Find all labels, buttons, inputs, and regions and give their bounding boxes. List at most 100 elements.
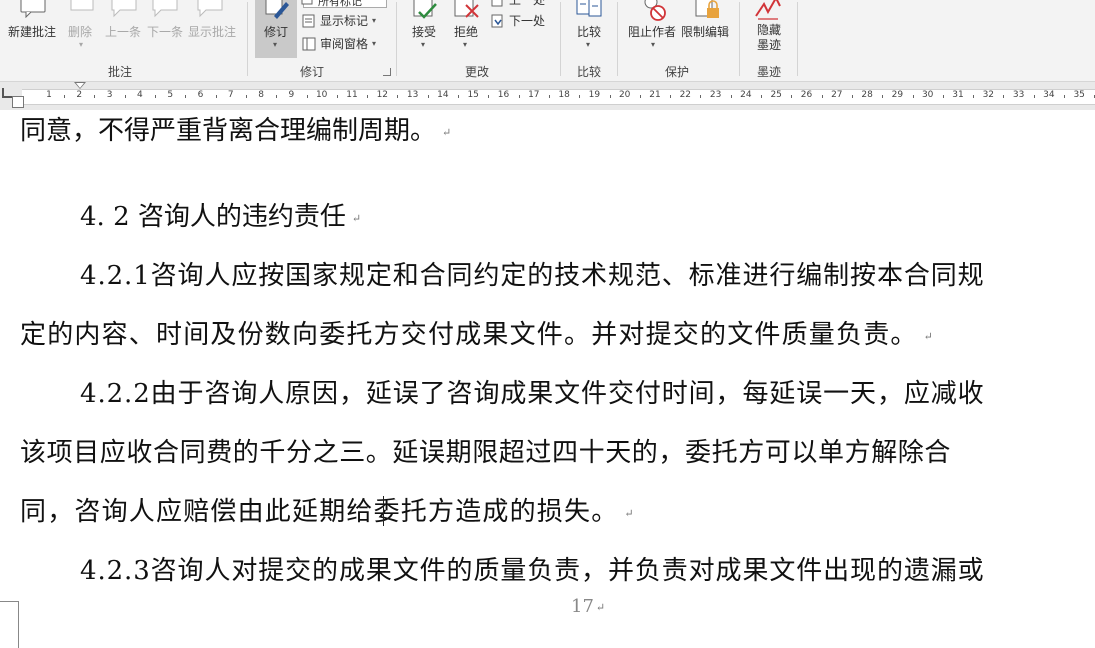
- left-indent-marker[interactable]: [12, 96, 24, 108]
- next-comment-button[interactable]: 下一条: [147, 23, 183, 40]
- show-markup-button[interactable]: 显示标记 ▾: [302, 12, 376, 29]
- ruler-number: 31: [952, 90, 964, 100]
- ruler-number: 12: [376, 90, 389, 100]
- previous-change-button[interactable]: 上一处: [491, 0, 545, 8]
- ruler-number: 20: [618, 90, 631, 100]
- accept-caret[interactable]: ▾: [421, 40, 425, 49]
- restrict-editing-button[interactable]: 限制编辑: [681, 23, 729, 40]
- show-comments-icon: [197, 0, 223, 18]
- ruler-number: 30: [921, 90, 934, 100]
- compare-caret[interactable]: ▾: [586, 40, 590, 49]
- ruler-tick: [730, 95, 732, 98]
- next-comment-icon: [152, 0, 178, 18]
- compare-icon: [576, 0, 602, 17]
- ruler-tick: [548, 95, 550, 98]
- ruler-tick: [882, 95, 884, 98]
- ruler-number: 6: [197, 90, 204, 100]
- first-line-indent-marker-inner: [76, 83, 84, 88]
- separator: [739, 2, 740, 76]
- block-authors-button[interactable]: 阻止作者: [628, 23, 676, 40]
- ruler-number: 29: [891, 90, 904, 100]
- track-group-launcher-icon[interactable]: [383, 68, 391, 76]
- ruler-tick: [64, 95, 66, 98]
- restrict-editing-icon: [695, 0, 719, 18]
- previous-comment-button[interactable]: 上一条: [105, 23, 141, 40]
- ruler-number: 13: [406, 90, 419, 100]
- block-authors-icon: [644, 0, 666, 21]
- ruler-tick: [700, 95, 702, 98]
- ruler-tick: [427, 95, 429, 98]
- accept-button[interactable]: 接受: [412, 23, 436, 40]
- text-line-content: 同意，不得严重背离合理编制周期。: [20, 116, 437, 146]
- previous-change-icon: [491, 0, 503, 6]
- tab-selector-icon[interactable]: [2, 88, 12, 98]
- ruler-tick: [912, 95, 914, 98]
- text-line: 同意，不得严重背离合理编制周期。 ↵: [20, 110, 451, 147]
- ruler-tick: [245, 95, 247, 98]
- ruler-tick: [155, 95, 157, 98]
- ruler-number: 14: [437, 90, 449, 100]
- ruler-number: 11: [346, 90, 358, 100]
- delete-dropdown-caret[interactable]: ▾: [79, 40, 83, 49]
- ruler-tick: [488, 95, 490, 98]
- ruler-number: 21: [649, 90, 661, 100]
- ruler-number: 33: [1012, 90, 1025, 100]
- horizontal-ruler[interactable]: 1 2 3 4 5 6 7 8 9 10 11 12 13 14 15 16 17 18 19 20 21 22 23 24 2…: [0, 82, 1095, 110]
- reviewing-pane-button[interactable]: 审阅窗格 ▾: [302, 35, 376, 52]
- ruler-tick: [821, 95, 823, 98]
- ruler-number: 16: [497, 90, 510, 100]
- ruler-number: 22: [679, 90, 692, 100]
- section-heading-text: 4. 2 咨询人的违约责任: [80, 202, 346, 232]
- new-comment-button[interactable]: 新建批注: [8, 23, 56, 40]
- hide-ink-button[interactable]: 隐藏 墨迹: [757, 23, 781, 53]
- ruler-tick: [306, 95, 308, 98]
- paragraph-4-2-2-end: 同，咨询人应赔偿由此延期给委托方造成的损失。 ↵: [20, 491, 634, 528]
- ruler-number: 2: [76, 90, 83, 100]
- ruler-number: 18: [558, 90, 570, 100]
- separator: [396, 2, 397, 76]
- ruler-tick: [609, 95, 611, 98]
- next-change-button[interactable]: 下一处: [491, 12, 545, 29]
- track-changes-button[interactable]: 修订 ▾: [255, 0, 297, 58]
- page-number: 17 ↵: [571, 596, 605, 617]
- delete-comment-button[interactable]: 删除: [68, 23, 92, 40]
- ruler-tick: [639, 95, 641, 98]
- ruler-number: 28: [861, 90, 873, 100]
- delete-comment-icon: [70, 0, 94, 11]
- ruler-tick: [791, 95, 793, 98]
- track-changes-icon: [265, 0, 289, 19]
- section-heading: 4. 2 咨询人的违约责任 ↵: [80, 196, 361, 233]
- previous-comment-icon: [111, 0, 137, 18]
- block-authors-caret[interactable]: ▾: [651, 40, 655, 49]
- reviewing-pane-label: 审阅窗格: [320, 37, 369, 51]
- document-page[interactable]: 同意，不得严重背离合理编制周期。 ↵ 4. 2 咨询人的违约责任 ↵ 4.2.1咨询…: [0, 110, 1095, 648]
- hide-ink-icon: [755, 0, 781, 20]
- ruler-tick: [276, 95, 278, 98]
- page-boundary: [0, 601, 19, 648]
- track-group-label: 修订: [300, 65, 325, 79]
- ruler-number: 24: [740, 90, 752, 100]
- ruler-number: 8: [258, 90, 264, 100]
- ruler-number: 5: [167, 90, 174, 100]
- show-markup-label: 显示标记: [320, 14, 369, 28]
- ruler-number: 7: [227, 90, 234, 100]
- ruler-tick: [94, 95, 96, 98]
- previous-change-label: 上一处: [509, 0, 546, 7]
- ruler-tick: [1064, 95, 1066, 98]
- ruler-tick: [942, 95, 944, 98]
- compare-button[interactable]: 比较: [577, 23, 601, 40]
- ink-group-label: 墨迹: [757, 65, 782, 79]
- ruler-number: 3: [106, 90, 113, 100]
- ruler-tick: [761, 95, 763, 98]
- next-change-label: 下一处: [509, 14, 546, 28]
- show-comments-button[interactable]: 显示批注: [188, 23, 236, 40]
- paragraph-mark: ↵: [595, 600, 606, 614]
- reject-caret[interactable]: ▾: [463, 40, 467, 49]
- markup-dropdown[interactable]: 所有标记: [303, 0, 387, 8]
- ruler-tick: [851, 95, 853, 98]
- ruler-tick: [367, 95, 369, 98]
- reject-button[interactable]: 拒绝: [454, 23, 478, 40]
- page-number-value: 17: [571, 596, 594, 617]
- reject-icon: [454, 0, 479, 18]
- paragraph-4-2-2: 4.2.2由于咨询人原因，延误了咨询成果文件交付时间，每延误一天，应减收: [80, 373, 985, 410]
